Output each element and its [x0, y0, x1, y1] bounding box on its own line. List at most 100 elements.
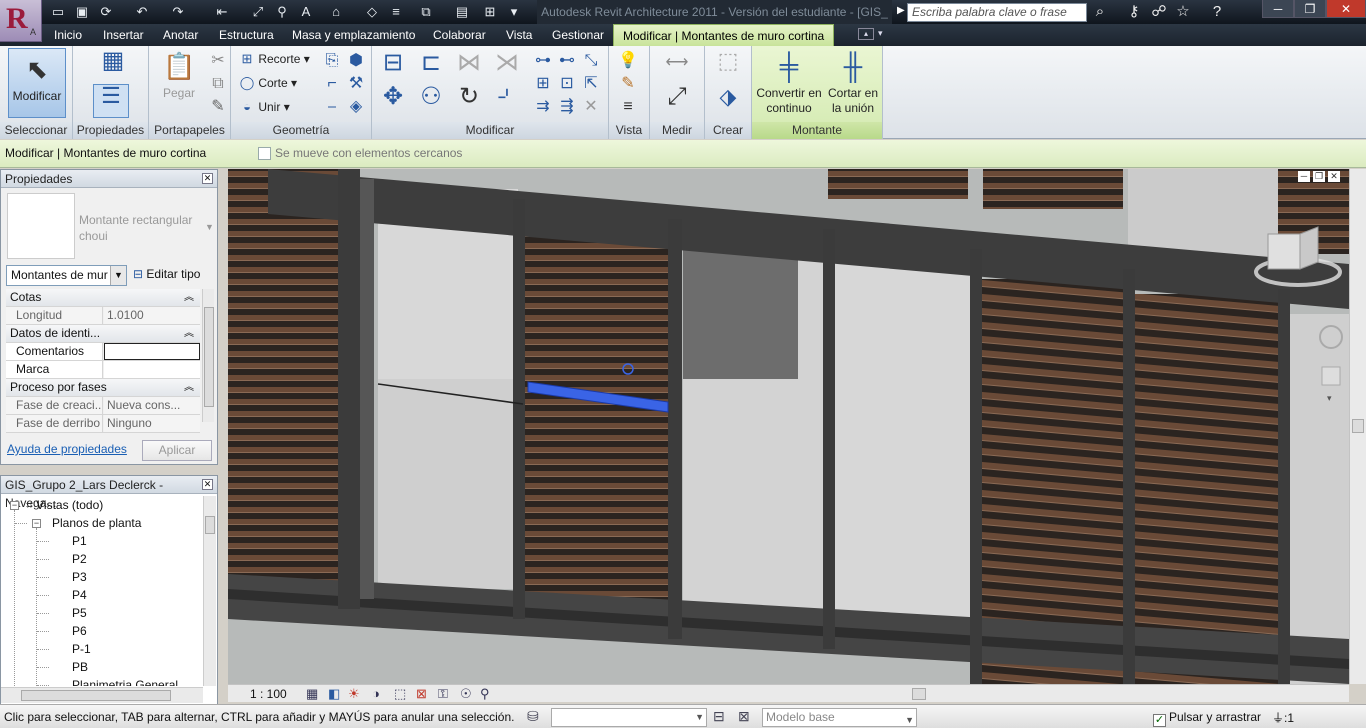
- sun-path-icon[interactable]: ☀: [348, 686, 360, 702]
- make-continuous-button[interactable]: ╪ Convertir en continuo: [755, 50, 823, 116]
- 3d-view-canvas[interactable]: ▾ ─ ❐ ✕: [228, 169, 1349, 684]
- panel-label-seleccionar[interactable]: Seleccionar: [0, 122, 72, 139]
- worksets-icon[interactable]: ⛁: [527, 708, 539, 725]
- tag-icon[interactable]: ⚲: [272, 3, 292, 21]
- linework-icon[interactable]: ⎯: [321, 96, 343, 118]
- tree-node-view[interactable]: P5: [72, 604, 87, 622]
- glass-panel[interactable]: [833, 249, 973, 639]
- group-header-fases[interactable]: Proceso por fases ︽: [6, 379, 200, 397]
- detail-level-icon[interactable]: ▦: [306, 686, 318, 702]
- delete-icon[interactable]: ✕: [580, 96, 602, 118]
- align-dimension-icon[interactable]: ⤢: [248, 3, 268, 21]
- scroll-thumb[interactable]: [21, 690, 171, 701]
- tab-modificar-montantes[interactable]: Modificar | Montantes de muro cortina: [613, 24, 835, 46]
- tab-gestionar[interactable]: Gestionar: [543, 24, 613, 46]
- vertical-mullion[interactable]: [668, 219, 682, 639]
- pin-icon[interactable]: ⇱: [580, 73, 602, 95]
- view-close-icon[interactable]: ✕: [1328, 171, 1340, 182]
- scale-icon[interactable]: ⤡: [580, 50, 602, 72]
- edit-type-button[interactable]: ⊟ Editar tipo: [133, 265, 200, 283]
- cut-geometry-button[interactable]: ◯ Corte ▾: [239, 74, 297, 92]
- copy-element-icon[interactable]: ⚇: [416, 85, 446, 116]
- ribbon-minimize-icon[interactable]: ▴: [858, 28, 874, 40]
- tab-vista[interactable]: Vista: [497, 24, 541, 46]
- shadows-icon[interactable]: ◑: [372, 686, 380, 701]
- measure-icon[interactable]: ⇤: [212, 3, 232, 21]
- override-graphics-icon[interactable]: ✎: [617, 73, 639, 95]
- sync-icon[interactable]: ⟳: [96, 3, 116, 21]
- apply-button[interactable]: Aplicar: [142, 440, 212, 461]
- search-expand-icon[interactable]: ▶: [897, 5, 905, 16]
- tree-node-view[interactable]: P3: [72, 568, 87, 586]
- maximize-button[interactable]: ❐: [1294, 0, 1326, 18]
- redo-icon[interactable]: ↷: [168, 3, 188, 21]
- press-and-drag-toggle[interactable]: ✓ Pulsar y arrastrar: [1153, 710, 1261, 727]
- aligned-dimension-icon[interactable]: ⤢: [658, 85, 696, 116]
- vertical-mullion[interactable]: [360, 179, 374, 599]
- create-group-icon[interactable]: ⬗: [711, 86, 745, 116]
- help-icon[interactable]: ?: [1206, 2, 1228, 22]
- copy-icon[interactable]: ⧉: [207, 73, 229, 95]
- unpin-icon[interactable]: ⊡: [556, 73, 578, 95]
- vertical-mullion[interactable]: [970, 249, 982, 684]
- louvre-panel[interactable]: [828, 169, 968, 199]
- split-icon[interactable]: ⊶: [532, 50, 554, 72]
- demolish-icon[interactable]: ⚒: [345, 73, 367, 95]
- scroll-thumb[interactable]: [1352, 419, 1364, 433]
- undo-icon[interactable]: ↶: [132, 3, 152, 21]
- switch-windows-icon[interactable]: ▤: [452, 3, 472, 21]
- tile-windows-icon[interactable]: ⊞: [480, 3, 500, 21]
- tree-node-floor-plans[interactable]: Planos de planta: [52, 514, 141, 532]
- tab-anotar[interactable]: Anotar: [154, 24, 207, 46]
- scroll-thumb[interactable]: [912, 688, 926, 700]
- offset-icon[interactable]: ⊏: [416, 51, 446, 82]
- mirror-draw-icon[interactable]: ⋊: [492, 51, 522, 82]
- measure-distance-icon[interactable]: ⟷: [658, 52, 696, 74]
- vertical-mullion[interactable]: [338, 169, 360, 609]
- collapse-toggle-icon[interactable]: −: [32, 519, 41, 528]
- vertical-mullion[interactable]: [513, 199, 525, 619]
- type-selector-dropdown-icon[interactable]: ▼: [205, 222, 214, 232]
- tab-inicio[interactable]: Inicio: [45, 24, 91, 46]
- louvre-panel[interactable]: [983, 169, 1123, 209]
- zoom-icon[interactable]: [1321, 366, 1341, 386]
- section-icon[interactable]: ◇: [362, 3, 382, 21]
- tab-colaborar[interactable]: Colaborar: [424, 24, 495, 46]
- tree-node-view[interactable]: PB: [72, 658, 88, 676]
- collapse-icon[interactable]: ︽: [184, 379, 194, 396]
- close-button[interactable]: ✕: [1326, 0, 1366, 18]
- thin-lines-icon[interactable]: ≡: [386, 3, 406, 21]
- tree-node-views-root[interactable]: ⌗ Vistas (todo): [26, 496, 103, 514]
- remove-paint-icon[interactable]: ◈: [345, 96, 367, 118]
- trim-single-icon[interactable]: ⇶: [556, 96, 578, 118]
- checkbox-checked-icon[interactable]: ✓: [1153, 714, 1166, 727]
- instance-filter-dropdown[interactable]: Montantes de mur ▼: [6, 265, 127, 286]
- subscription-key-icon[interactable]: ⚷: [1123, 2, 1145, 22]
- view-minimize-icon[interactable]: ─: [1298, 171, 1310, 182]
- cope-button[interactable]: ⊞ Recorte ▾: [239, 50, 310, 68]
- minimize-button[interactable]: ─: [1262, 0, 1294, 18]
- crop-view-icon[interactable]: ⬚: [394, 686, 406, 702]
- viewcube-face[interactable]: [1267, 233, 1301, 270]
- column-block[interactable]: [683, 239, 798, 379]
- ribbon-options-icon[interactable]: ▾: [878, 28, 883, 39]
- communication-icon[interactable]: ☍: [1148, 2, 1170, 22]
- properties-help-link[interactable]: Ayuda de propiedades: [7, 442, 127, 456]
- close-hidden-icon[interactable]: ⧉: [416, 3, 436, 21]
- break-at-join-button[interactable]: ╫ Cortar en la unión: [825, 50, 881, 116]
- reveal-hidden-icon[interactable]: ⚲: [480, 686, 490, 702]
- design-options-icon[interactable]: ⊠: [738, 708, 750, 725]
- view-scale[interactable]: 1 : 100: [250, 687, 287, 701]
- text-icon[interactable]: A: [296, 3, 316, 21]
- trim-extend-icon[interactable]: ⌏: [492, 85, 522, 116]
- louvre-panel-center[interactable]: [523, 209, 668, 629]
- vertical-mullion[interactable]: [1278, 289, 1290, 684]
- paste-button[interactable]: 📋 Pegar: [155, 50, 203, 101]
- properties-scrollbar[interactable]: [202, 289, 214, 422]
- tree-node-view[interactable]: P-1: [72, 640, 91, 658]
- move-icon[interactable]: ✥: [378, 85, 408, 116]
- viewcube-side[interactable]: [1299, 226, 1319, 270]
- design-option-dropdown[interactable]: Modelo base ▼: [762, 708, 917, 727]
- view-vertical-scrollbar[interactable]: [1349, 169, 1366, 684]
- view-restore-icon[interactable]: ❐: [1313, 171, 1325, 182]
